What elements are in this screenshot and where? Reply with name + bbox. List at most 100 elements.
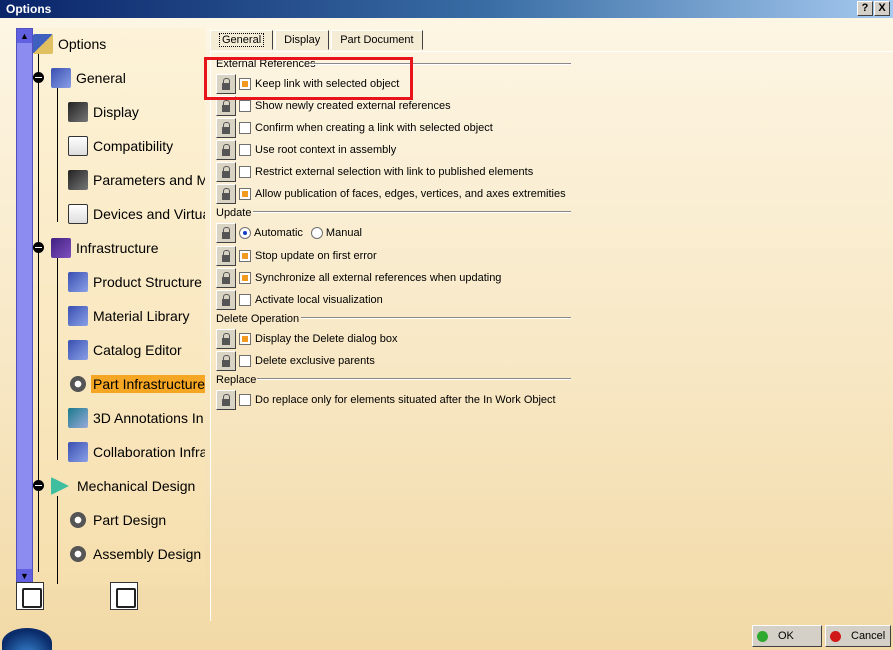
window-title: Options [6, 2, 52, 16]
title-bar: Options ? X [0, 0, 893, 18]
checkbox-confirm-link[interactable] [239, 122, 251, 134]
tree-item-material-library[interactable]: Material Library [68, 304, 191, 328]
material-library-icon [68, 306, 88, 326]
tree-item-label: Assembly Design [93, 546, 202, 562]
checkbox-restrict-selection[interactable] [239, 166, 251, 178]
tree-scrollbar[interactable]: ▲ ▼ [16, 28, 33, 584]
checkbox-delete-dialog[interactable] [239, 333, 251, 345]
checkbox-delete-parents[interactable] [239, 355, 251, 367]
tree-connector [57, 496, 58, 584]
option-label: Restrict external selection with link to… [255, 166, 534, 178]
tree-item-part-design[interactable]: Part Design [68, 508, 168, 532]
tree-item-label-selected: Part Infrastructure [91, 375, 205, 393]
tab-display[interactable]: Display [275, 30, 330, 50]
lock-icon[interactable] [216, 290, 236, 310]
checkbox-root-context[interactable] [239, 144, 251, 156]
tree-item-label: Devices and Virtua [93, 206, 205, 222]
ok-button[interactable]: OK [752, 625, 822, 647]
lock-icon[interactable] [216, 329, 236, 349]
tree-item-display[interactable]: Display [68, 100, 141, 124]
tree-item-compatibility[interactable]: Compatibility [68, 134, 175, 158]
tree-item-assembly-design[interactable]: Assembly Design [68, 542, 203, 566]
tree-item-product-structure[interactable]: Product Structure [68, 270, 204, 294]
option-label: Show newly created external references [255, 100, 451, 112]
scroll-up-icon[interactable]: ▲ [17, 29, 32, 43]
help-button[interactable]: ? [857, 1, 873, 16]
cancel-button[interactable]: Cancel [825, 625, 891, 647]
option-row: Confirm when creating a link with select… [216, 118, 493, 138]
devices-icon [68, 204, 88, 224]
option-row: Stop update on first error [216, 246, 377, 266]
tree-item-general[interactable]: General [51, 66, 128, 90]
tree-item-label: Material Library [93, 308, 190, 324]
lock-icon[interactable] [216, 118, 236, 138]
lock-icon[interactable] [216, 140, 236, 160]
checkbox-allow-publication[interactable] [239, 188, 251, 200]
option-row: Activate local visualization [216, 290, 383, 310]
annotations-icon [68, 408, 88, 428]
option-label: Manual [325, 227, 362, 239]
part-design-icon [68, 510, 88, 530]
tree-item-label: Parameters and Me [93, 172, 205, 188]
lock-icon[interactable] [216, 184, 236, 204]
tree-item-label: Display [93, 104, 139, 120]
option-label: Use root context in assembly [255, 144, 397, 156]
tree-item-label: Part Design [93, 512, 167, 528]
option-row: Automatic Manual [216, 223, 362, 243]
lock-icon[interactable] [216, 223, 236, 243]
tree-item-label: Infrastructure [76, 240, 159, 256]
close-button[interactable]: X [874, 1, 890, 16]
collapse-icon[interactable] [33, 242, 44, 253]
ok-label: OK [778, 630, 794, 642]
checkbox-stop-update[interactable] [239, 250, 251, 262]
collapse-icon[interactable] [33, 72, 44, 83]
assembly-design-icon [68, 544, 88, 564]
options-icon [33, 34, 53, 54]
collapse-icon[interactable] [33, 480, 44, 491]
radio-automatic[interactable] [239, 227, 251, 239]
divider [257, 378, 571, 380]
lock-icon[interactable] [216, 390, 236, 410]
option-label: Automatic [254, 227, 303, 239]
tree-item-label: Compatibility [93, 138, 174, 154]
option-row: Restrict external selection with link to… [216, 162, 533, 182]
lock-icon[interactable] [216, 268, 236, 288]
option-row: Allow publication of faces, edges, verti… [216, 184, 566, 204]
checkbox-do-replace[interactable] [239, 394, 251, 406]
product-structure-icon [68, 272, 88, 292]
lock-icon[interactable] [216, 351, 236, 371]
tab-part-document[interactable]: Part Document [331, 30, 423, 50]
tree-item-collaboration[interactable]: Collaboration Infra [68, 440, 205, 464]
tree-item-catalog-editor[interactable]: Catalog Editor [68, 338, 184, 362]
lock-icon[interactable] [216, 246, 236, 266]
scroll-down-icon[interactable]: ▼ [17, 569, 32, 583]
tree-item-label: Product Structure [93, 274, 202, 290]
checkbox-synchronize-refs[interactable] [239, 272, 251, 284]
tree-connector [57, 88, 58, 222]
tree-item-part-infrastructure[interactable]: Part Infrastructure [68, 372, 205, 396]
checkbox-show-new-refs[interactable] [239, 100, 251, 112]
tree-item-mechanical-design[interactable]: Mechanical Design [51, 474, 197, 498]
collaboration-icon [68, 442, 88, 462]
catalog-editor-icon [68, 340, 88, 360]
tree-item-infrastructure[interactable]: Infrastructure [51, 236, 160, 260]
tree-item-options[interactable]: Options [33, 32, 108, 56]
options-dialog: ▲ ▼ Options General Display Compatibilit… [0, 18, 893, 650]
infrastructure-icon [51, 238, 71, 258]
checkbox-local-visualization[interactable] [239, 294, 251, 306]
divider [253, 211, 571, 213]
option-label: Activate local visualization [255, 294, 383, 306]
tab-general[interactable]: General [210, 30, 274, 50]
tree-item-3d-annotations[interactable]: 3D Annotations In [68, 406, 205, 430]
tree-item-devices[interactable]: Devices and Virtua [68, 202, 205, 226]
home-icon[interactable] [16, 582, 44, 610]
tree-item-label: General [76, 70, 126, 86]
cancel-icon [830, 630, 841, 642]
radio-manual[interactable] [310, 227, 323, 239]
lock-icon[interactable] [216, 162, 236, 182]
tools-icon[interactable] [110, 582, 138, 610]
option-row: Display the Delete dialog box [216, 329, 397, 349]
tree-item-parameters[interactable]: Parameters and Me [68, 168, 205, 192]
dialog-footer: OK Cancel [0, 621, 893, 650]
option-label: Stop update on first error [255, 250, 377, 262]
